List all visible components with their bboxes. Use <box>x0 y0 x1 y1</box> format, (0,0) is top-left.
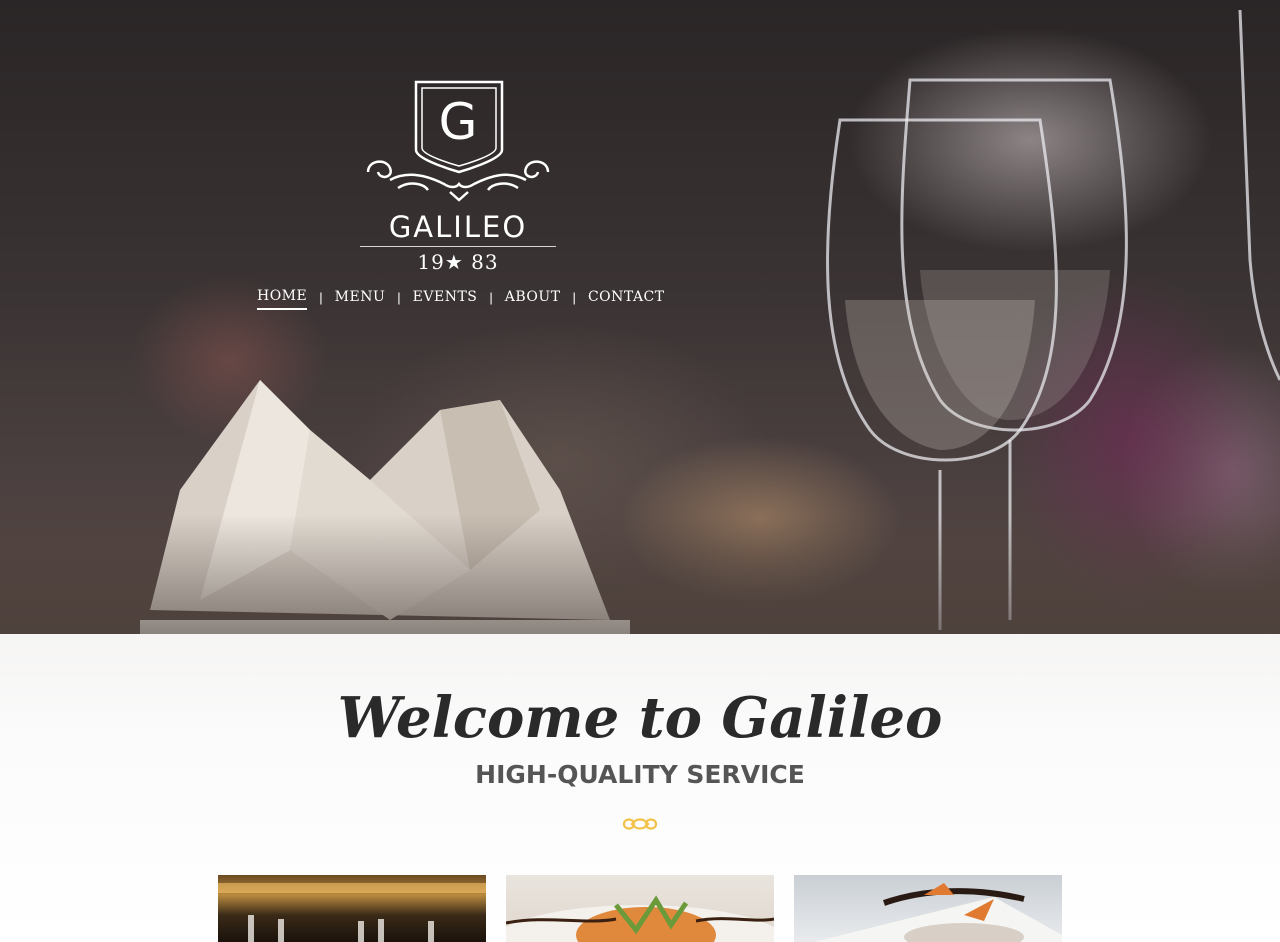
nav-separator: | <box>397 289 401 305</box>
nav-separator: | <box>489 289 493 305</box>
plated-dish-photo <box>506 895 774 942</box>
crest-monogram: G <box>438 93 478 151</box>
brand-year: 19★ 83 <box>417 250 499 274</box>
brand-logo[interactable]: G GALILEO 19★ 83 <box>356 80 560 273</box>
welcome-title: Welcome to Galileo <box>337 685 943 751</box>
restaurant-interior-photo <box>218 883 486 942</box>
brand-divider <box>360 246 556 247</box>
welcome-section: Welcome to Galileo HIGH-QUALITY SERVICE <box>0 634 1280 942</box>
nav-home[interactable]: HOME <box>257 288 308 310</box>
nav-contact[interactable]: CONTACT <box>588 289 665 309</box>
dessert-photo <box>814 883 1062 942</box>
feature-card-dessert[interactable] <box>794 875 1062 942</box>
feature-card-restaurant[interactable] <box>218 875 486 942</box>
nav-separator: | <box>572 289 576 305</box>
main-nav: HOME | MENU | EVENTS | ABOUT | CONTACT <box>257 288 665 310</box>
hero-banner: G GALILEO 19★ 83 HOME | MENU | EVENTS | … <box>0 0 1280 634</box>
nav-about[interactable]: ABOUT <box>505 289 561 309</box>
brand-name: GALILEO <box>388 210 528 244</box>
feature-card-dish[interactable] <box>506 875 774 942</box>
nav-events[interactable]: EVENTS <box>413 289 478 309</box>
nav-menu[interactable]: MENU <box>335 289 386 309</box>
hero-shade <box>0 514 1280 634</box>
nav-separator: | <box>319 289 323 305</box>
welcome-subtitle: HIGH-QUALITY SERVICE <box>475 760 805 789</box>
ornament-icon <box>622 818 658 830</box>
